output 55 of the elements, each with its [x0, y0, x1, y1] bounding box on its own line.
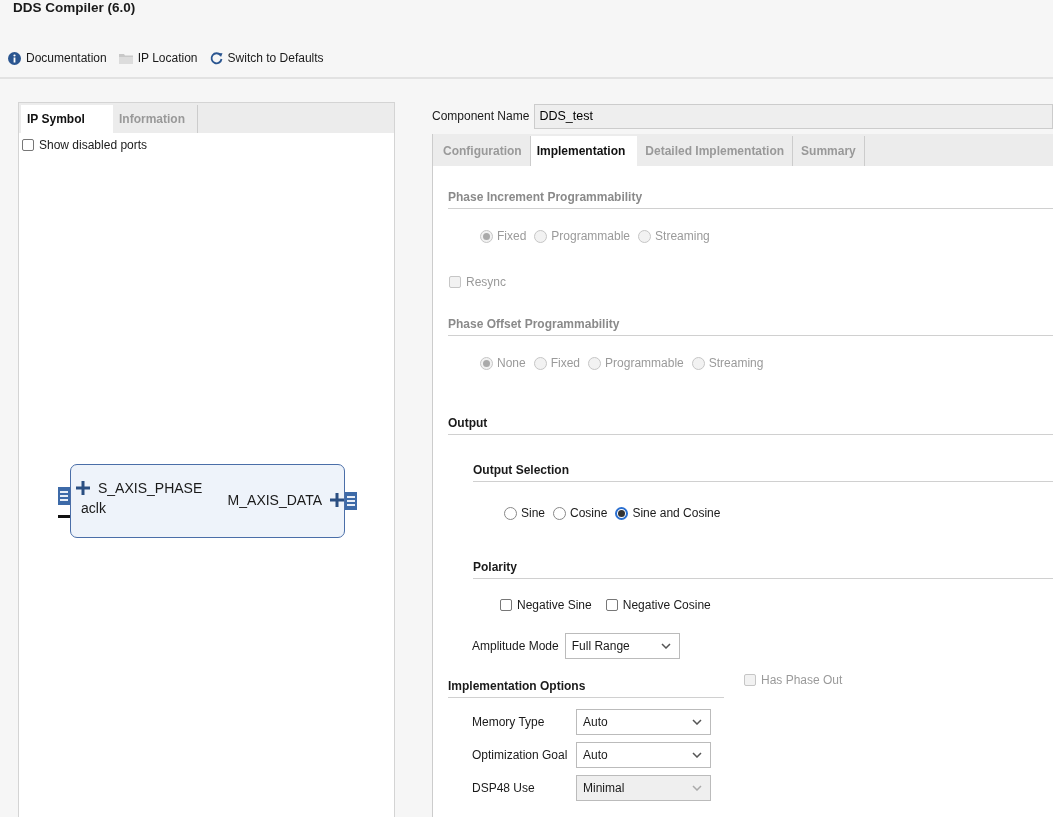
component-name-field[interactable]: DDS_test: [534, 103, 1053, 129]
radio-button[interactable]: [615, 506, 629, 520]
section-title: Phase Offset Programmability: [448, 317, 1053, 336]
port-label: S_AXIS_PHASE: [98, 480, 203, 496]
radio-label: Programmable: [605, 356, 684, 370]
toolbar-button[interactable]: Documentation: [8, 50, 107, 66]
field-label: Memory Type: [472, 715, 546, 729]
toolbar-button[interactable]: Switch to Defaults: [209, 50, 324, 66]
chevron-down-icon: [660, 643, 671, 649]
section-title: Output: [448, 416, 1053, 435]
checkbox[interactable]: [500, 599, 512, 611]
checkbox-label: Has Phase Out: [761, 673, 843, 687]
radio-label: Sine: [521, 506, 546, 520]
dropdown[interactable]: Auto: [576, 709, 711, 735]
chevron-down-icon: [692, 752, 702, 758]
checkbox-label: Resync: [466, 275, 506, 289]
radio-label: Programmable: [551, 229, 631, 243]
section-title: Phase Increment Programmability: [448, 190, 1053, 209]
section-title: Output Selection: [473, 463, 1053, 482]
radio-label: Fixed: [550, 356, 581, 370]
radio-label: Sine and Cosine: [632, 506, 721, 520]
dropdown[interactable]: Full Range: [564, 633, 680, 659]
checkbox-label: Negative Cosine: [622, 598, 711, 612]
chevron-down-icon: [692, 785, 702, 791]
window-title: DDS Compiler (6.0): [12, 0, 137, 16]
radio-label: Cosine: [570, 506, 608, 520]
tab[interactable]: IP Symbol: [21, 105, 113, 133]
section-title: Polarity: [473, 560, 1053, 579]
chevron-down-icon: [692, 719, 702, 725]
plus-icon[interactable]: [330, 493, 344, 507]
checkbox[interactable]: [605, 599, 618, 611]
checkbox-label: Negative Sine: [517, 598, 592, 612]
field-label: Optimization Goal: [472, 748, 569, 762]
toolbar-button[interactable]: IP Location: [118, 50, 198, 66]
checkbox-label: Show disabled ports: [39, 138, 148, 152]
port-label: M_AXIS_DATA: [227, 492, 322, 508]
folder-icon: [118, 52, 133, 64]
info-icon: [8, 51, 21, 65]
radio-label: None: [497, 356, 526, 370]
port-label: aclk: [81, 500, 106, 516]
dropdown[interactable]: Auto: [576, 742, 711, 768]
tab[interactable]: Implementation: [530, 136, 638, 166]
field-label: DSP48 Use: [472, 781, 536, 795]
radio-button[interactable]: [553, 506, 567, 520]
checkbox[interactable]: [22, 139, 34, 151]
refresh-icon: [209, 51, 223, 65]
wire-port-icon: [58, 514, 70, 518]
radio-label: Streaming: [655, 229, 710, 243]
field-label: Component Name: [432, 109, 530, 123]
radio-label: Streaming: [708, 356, 764, 370]
radio-label: Fixed: [497, 229, 527, 243]
section-title: Implementation Options: [448, 679, 724, 698]
radio-button[interactable]: [504, 506, 517, 520]
field-label: Amplitude Mode: [472, 639, 559, 653]
plus-icon[interactable]: [76, 481, 90, 495]
